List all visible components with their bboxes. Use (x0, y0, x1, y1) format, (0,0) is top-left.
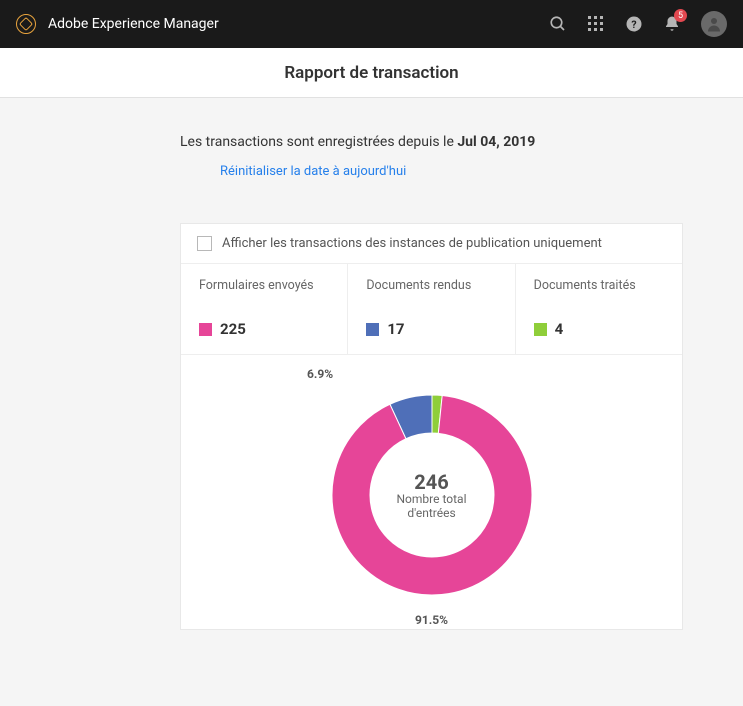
search-icon[interactable] (549, 15, 567, 33)
stat-rendered-title: Documents rendus (366, 278, 498, 310)
legend-swatch-rendered (366, 323, 379, 336)
stat-rendered: Documents rendus 17 (348, 264, 515, 354)
user-avatar[interactable] (701, 11, 727, 37)
filter-row: Afficher les transactions des instances … (181, 224, 682, 263)
stat-processed-value: 4 (555, 320, 564, 338)
adobe-logo-icon (16, 14, 36, 34)
top-navbar: Adobe Experience Manager ? 5 (0, 0, 743, 48)
stat-processed: Documents traités 4 (516, 264, 682, 354)
legend-swatch-forms (199, 323, 212, 336)
help-icon[interactable]: ? (625, 15, 643, 33)
svg-text:?: ? (631, 18, 636, 31)
publish-only-checkbox[interactable] (197, 236, 212, 251)
stat-forms-value: 225 (220, 320, 246, 338)
notification-badge: 5 (674, 9, 687, 22)
stats-row: Formulaires envoyés 225 Documents rendus… (181, 263, 682, 355)
pct-label-forms: 91.5% (415, 613, 448, 627)
apps-grid-icon[interactable] (587, 15, 605, 33)
pct-label-rendered: 6.9% (307, 367, 333, 381)
notifications-icon[interactable]: 5 (663, 15, 681, 33)
stat-rendered-value: 17 (387, 320, 404, 338)
donut-chart: 246 Nombre total d'entrées (322, 385, 542, 605)
donut-total-value: 246 (377, 470, 487, 494)
intro-text: Les transactions sont enregistrées depui… (180, 134, 683, 150)
stat-processed-title: Documents traités (534, 278, 666, 310)
page-title-bar: Rapport de transaction (0, 48, 743, 98)
filter-label: Afficher les transactions des instances … (222, 236, 602, 251)
donut-total-label: Nombre total d'entrées (377, 492, 487, 520)
legend-swatch-processed (534, 323, 547, 336)
reset-date-link[interactable]: Réinitialiser la date à aujourd'hui (220, 164, 406, 179)
intro-date: Jul 04, 2019 (457, 134, 535, 150)
stat-forms-title: Formulaires envoyés (199, 278, 331, 310)
stat-forms: Formulaires envoyés 225 (181, 264, 348, 354)
page-title: Rapport de transaction (284, 63, 458, 83)
chart-area: 6.9% 246 Nombre total d'entrées 91.5% (181, 355, 682, 629)
report-card: Afficher les transactions des instances … (180, 223, 683, 630)
brand-title: Adobe Experience Manager (48, 16, 219, 32)
intro-prefix: Les transactions sont enregistrées depui… (180, 134, 457, 150)
